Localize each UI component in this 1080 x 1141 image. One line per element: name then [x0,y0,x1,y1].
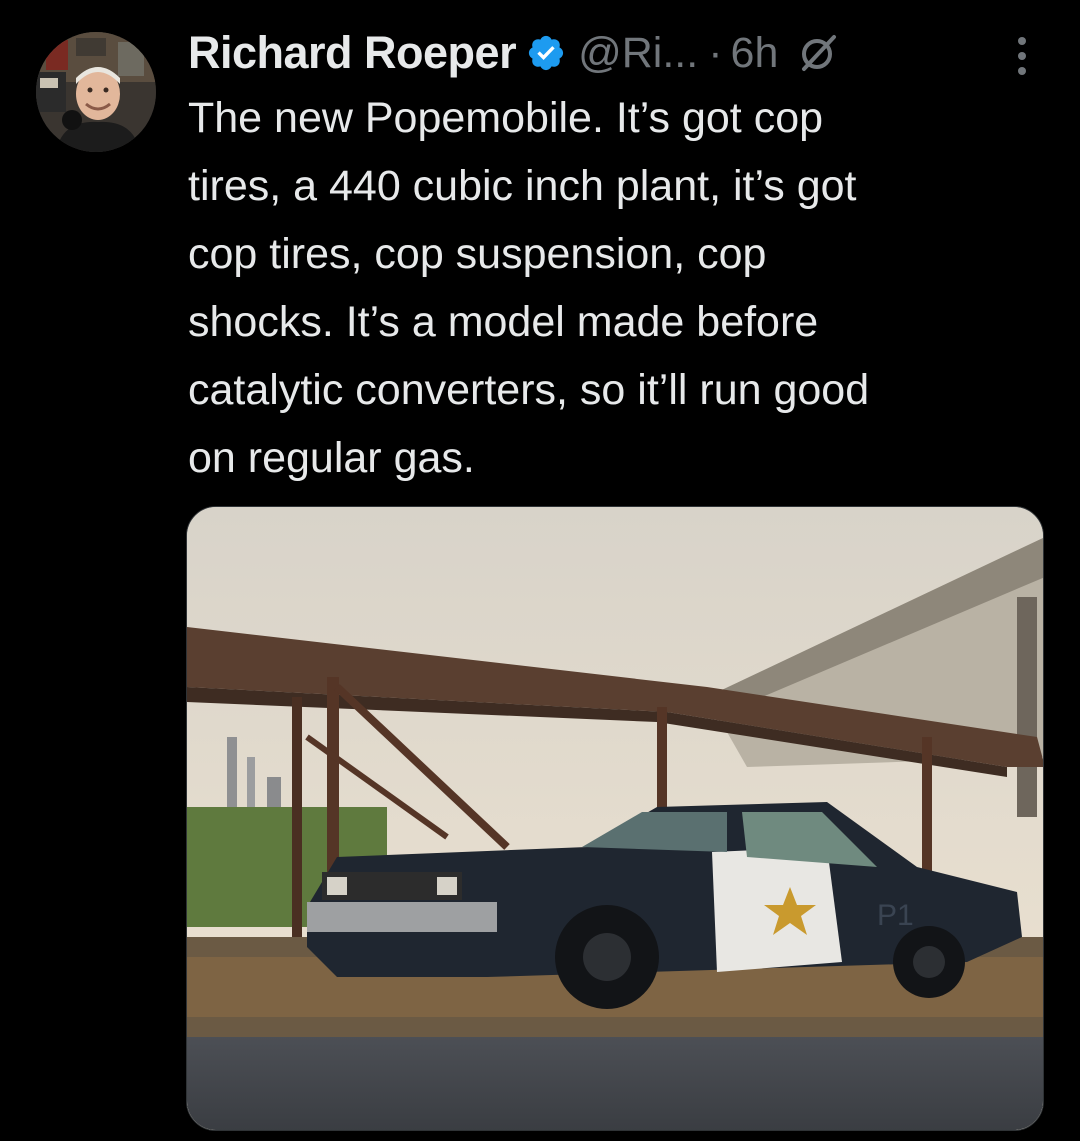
tweet-header: Richard Roeper @Ri... · 6h [188,22,1048,84]
more-vertical-icon [1018,37,1026,75]
profile-photo-icon [36,32,156,152]
author-handle[interactable]: @Ri... [578,29,698,78]
more-options-button[interactable] [1002,32,1042,80]
author-display-name[interactable]: Richard Roeper [188,27,517,79]
tweet-media-photo[interactable]: P1 [186,506,1044,1131]
verified-badge-icon [526,33,566,73]
tweet-text: The new Popemobile. It’s got cop tires, … [188,94,870,482]
car-door-text: P1 [877,899,914,932]
car-photo-image: P1 [187,507,1043,1130]
avatar[interactable] [36,32,156,152]
tweet[interactable]: Richard Roeper @Ri... · 6h The new Popem… [0,0,1080,1141]
tweet-timestamp[interactable]: 6h [731,29,779,78]
separator-dot: · [708,28,723,77]
grok-icon[interactable] [796,31,840,75]
